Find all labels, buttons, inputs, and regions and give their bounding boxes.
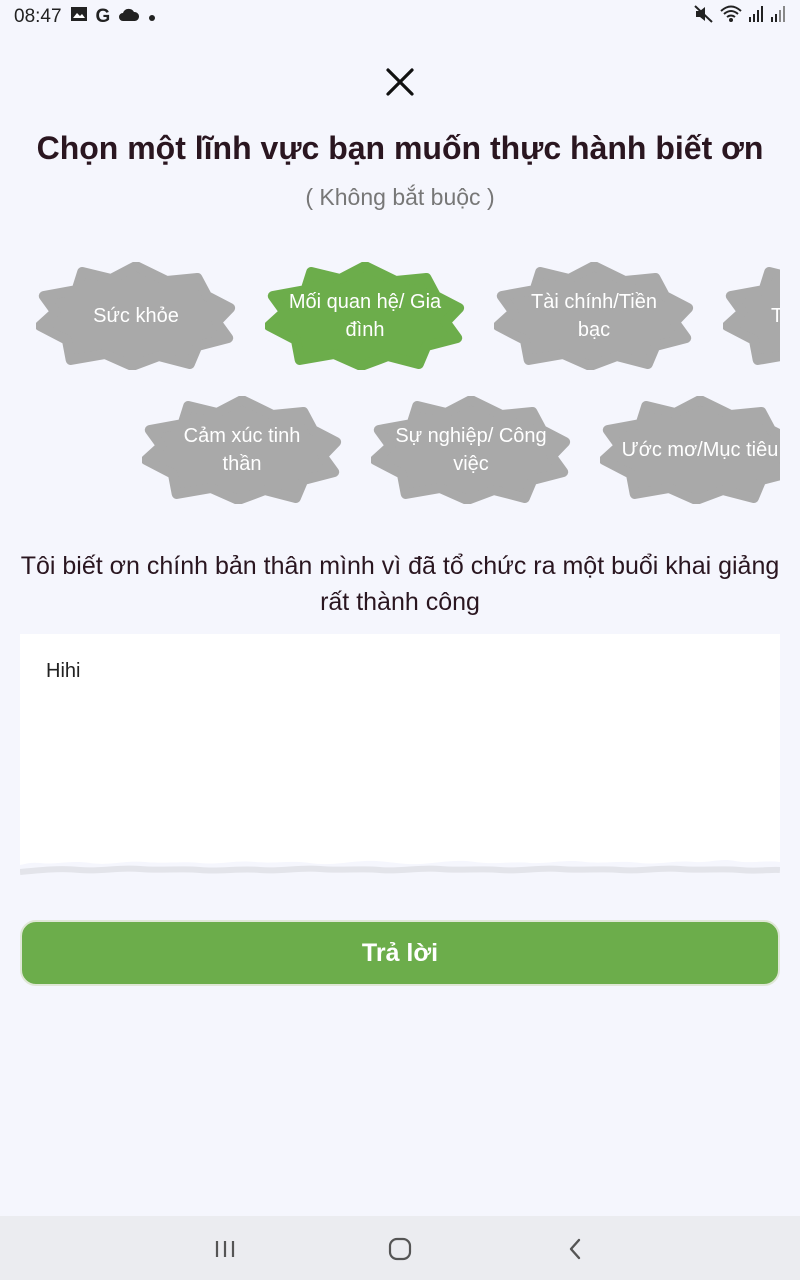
mute-icon xyxy=(694,5,714,29)
category-badge[interactable]: Mối quan hệ/ Gia đình xyxy=(265,262,465,370)
dot-icon xyxy=(148,6,156,28)
recent-apps-button[interactable] xyxy=(205,1232,245,1266)
close-button[interactable] xyxy=(380,62,420,102)
signal-icon xyxy=(770,5,786,29)
category-badge[interactable]: Ước mơ/Mục tiêu xyxy=(600,396,780,504)
category-badge[interactable]: T xyxy=(723,262,780,370)
image-icon xyxy=(70,6,88,28)
navigation-bar xyxy=(0,1216,800,1280)
answer-box xyxy=(20,634,780,884)
wifi-icon xyxy=(720,5,742,29)
page-title: Chọn một lĩnh vực bạn muốn thực hành biế… xyxy=(36,130,764,166)
signal-icon xyxy=(748,5,764,29)
category-label: Cảm xúc tinh thần xyxy=(183,425,301,475)
back-icon xyxy=(569,1238,581,1260)
back-button[interactable] xyxy=(555,1232,595,1266)
page-subtitle: ( Không bắt buộc ) xyxy=(305,184,495,210)
category-label: Tài chính/Tiền bạc xyxy=(531,291,657,341)
gratitude-prompt: Tôi biết ơn chính bản thân mình vì đã tổ… xyxy=(20,552,780,616)
home-icon xyxy=(388,1237,412,1261)
category-badge[interactable]: Tài chính/Tiền bạc xyxy=(494,262,694,370)
cloud-icon xyxy=(118,6,140,28)
google-icon: G xyxy=(95,6,111,27)
answer-input[interactable] xyxy=(40,654,760,854)
category-label: Sức khỏe xyxy=(93,305,179,327)
recent-apps-icon xyxy=(215,1241,235,1257)
status-time: 08:47 xyxy=(14,6,62,27)
category-badge[interactable]: Sự nghiệp/ Công việc xyxy=(371,396,571,504)
category-label: Ước mơ/Mục tiêu xyxy=(621,439,779,461)
category-list: Sức khỏe Mối quan hệ/ Gia đình Tài chính… xyxy=(20,258,780,518)
category-label: Sự nghiệp/ Công việc xyxy=(395,425,547,475)
close-icon xyxy=(386,68,414,96)
category-label: Mối quan hệ/ Gia đình xyxy=(288,291,442,341)
category-badge[interactable]: Sức khỏe xyxy=(36,262,236,370)
status-bar: 08:47 G xyxy=(0,0,800,34)
submit-button[interactable]: Trả lời xyxy=(20,920,780,986)
category-label: T xyxy=(771,305,780,327)
home-button[interactable] xyxy=(380,1232,420,1266)
category-badge[interactable]: Cảm xúc tinh thần xyxy=(142,396,342,504)
